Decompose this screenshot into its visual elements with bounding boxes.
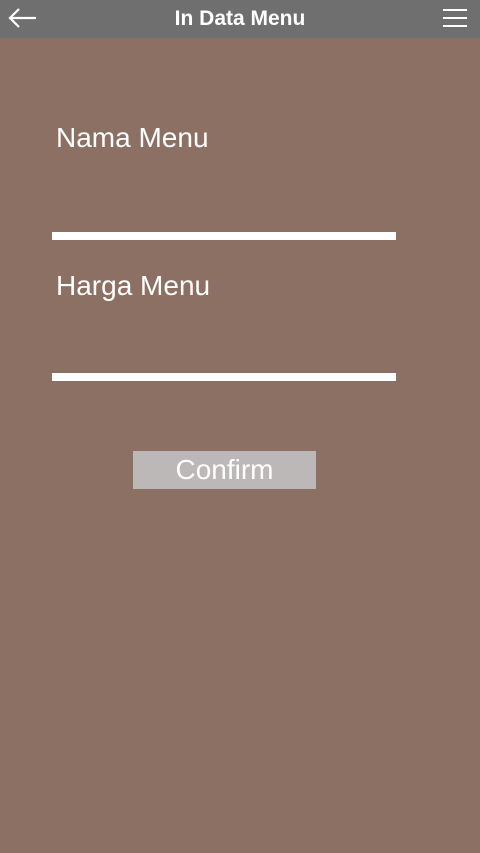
top-app-bar: In Data Menu bbox=[0, 0, 480, 38]
page-title: In Data Menu bbox=[174, 7, 306, 30]
price-label: Harga Menu bbox=[56, 270, 211, 301]
confirm-button[interactable]: Confirm bbox=[133, 451, 316, 489]
price-input[interactable] bbox=[52, 341, 396, 381]
menu-button[interactable] bbox=[440, 4, 470, 32]
name-input[interactable] bbox=[52, 200, 396, 240]
hamburger-menu-icon bbox=[443, 9, 467, 27]
name-label: Nama Menu bbox=[56, 122, 209, 153]
